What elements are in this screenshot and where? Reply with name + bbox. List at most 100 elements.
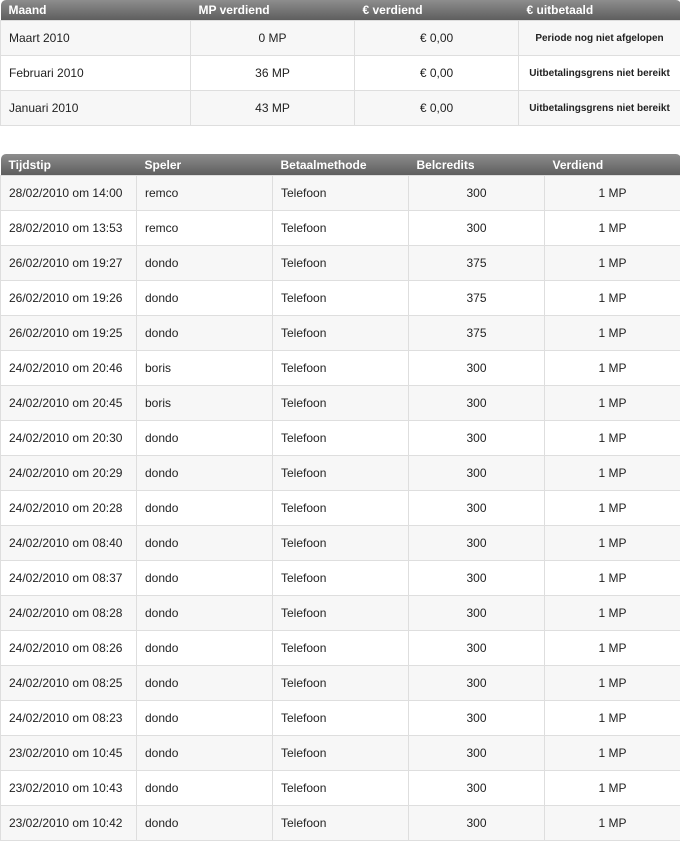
cell-credits: 300 <box>408 630 545 666</box>
cell-credits: 300 <box>408 560 545 596</box>
cell-earned: 1 MP <box>544 315 680 351</box>
table-row: 24/02/2010 om 08:40 dondo Telefoon 300 1 MP <box>0 525 680 561</box>
table-row: 24/02/2010 om 20:46 boris Telefoon 300 1 MP <box>0 350 680 386</box>
cell-credits: 300 <box>408 735 545 771</box>
table-row: Maart 2010 0 MP € 0,00 Periode nog niet … <box>0 20 680 56</box>
cell-player: dondo <box>136 315 273 351</box>
cell-mp: 36 MP <box>190 55 355 91</box>
cell-player: remco <box>136 175 273 211</box>
cell-player: dondo <box>136 700 273 736</box>
cell-time: 26/02/2010 om 19:26 <box>0 280 137 316</box>
cell-credits: 300 <box>408 490 545 526</box>
table-row: 23/02/2010 om 10:43 dondo Telefoon 300 1 MP <box>0 770 680 806</box>
cell-earned: 1 MP <box>544 700 680 736</box>
cell-time: 28/02/2010 om 13:53 <box>0 210 137 246</box>
cell-earned: 1 MP <box>544 420 680 456</box>
cell-time: 23/02/2010 om 10:42 <box>0 805 137 841</box>
cell-payment-method: Telefoon <box>272 805 409 841</box>
header-speler: Speler <box>136 154 273 176</box>
cell-credits: 300 <box>408 420 545 456</box>
table-row: 24/02/2010 om 08:26 dondo Telefoon 300 1 MP <box>0 630 680 666</box>
cell-euro: € 0,00 <box>354 20 519 56</box>
cell-credits: 300 <box>408 175 545 211</box>
table-row: 28/02/2010 om 14:00 remco Telefoon 300 1 MP <box>0 175 680 211</box>
cell-earned: 1 MP <box>544 525 680 561</box>
header-maand: Maand <box>0 0 191 21</box>
cell-payment-method: Telefoon <box>272 210 409 246</box>
cell-payment-method: Telefoon <box>272 665 409 701</box>
cell-payment-method: Telefoon <box>272 350 409 386</box>
header-euro-verdiend: € verdiend <box>354 0 519 21</box>
cell-paid-status: Uitbetalingsgrens niet bereikt <box>518 55 680 91</box>
cell-time: 24/02/2010 om 20:30 <box>0 420 137 456</box>
cell-credits: 300 <box>408 350 545 386</box>
cell-payment-method: Telefoon <box>272 490 409 526</box>
cell-payment-method: Telefoon <box>272 175 409 211</box>
cell-player: dondo <box>136 735 273 771</box>
cell-credits: 300 <box>408 525 545 561</box>
cell-earned: 1 MP <box>544 490 680 526</box>
cell-earned: 1 MP <box>544 210 680 246</box>
cell-time: 24/02/2010 om 08:26 <box>0 630 137 666</box>
summary-header-row: Maand MP verdiend € verdiend € uitbetaal… <box>0 0 680 21</box>
cell-player: dondo <box>136 595 273 631</box>
cell-time: 24/02/2010 om 20:46 <box>0 350 137 386</box>
cell-time: 23/02/2010 om 10:43 <box>0 770 137 806</box>
transactions-body: 28/02/2010 om 14:00 remco Telefoon 300 1 MP 2… <box>0 175 680 841</box>
cell-payment-method: Telefoon <box>272 770 409 806</box>
cell-player: dondo <box>136 280 273 316</box>
cell-credits: 300 <box>408 385 545 421</box>
cell-player: dondo <box>136 420 273 456</box>
table-row: 24/02/2010 om 20:45 boris Telefoon 300 1 MP <box>0 385 680 421</box>
cell-payment-method: Telefoon <box>272 630 409 666</box>
cell-paid-status: Uitbetalingsgrens niet bereikt <box>518 90 680 126</box>
table-row: 26/02/2010 om 19:26 dondo Telefoon 375 1 MP <box>0 280 680 316</box>
transactions-table: Tijdstip Speler Betaalmethode Belcredits… <box>0 154 680 841</box>
cell-payment-method: Telefoon <box>272 700 409 736</box>
table-row: 24/02/2010 om 20:30 dondo Telefoon 300 1 MP <box>0 420 680 456</box>
cell-time: 24/02/2010 om 08:25 <box>0 665 137 701</box>
cell-time: 24/02/2010 om 08:28 <box>0 595 137 631</box>
cell-payment-method: Telefoon <box>272 455 409 491</box>
header-mp-verdiend: MP verdiend <box>190 0 355 21</box>
cell-credits: 375 <box>408 315 545 351</box>
cell-credits: 300 <box>408 805 545 841</box>
monthly-summary-table: Maand MP verdiend € verdiend € uitbetaal… <box>0 0 680 126</box>
cell-player: dondo <box>136 455 273 491</box>
cell-player: dondo <box>136 560 273 596</box>
cell-payment-method: Telefoon <box>272 525 409 561</box>
cell-earned: 1 MP <box>544 735 680 771</box>
cell-player: dondo <box>136 525 273 561</box>
cell-credits: 300 <box>408 210 545 246</box>
table-row: 26/02/2010 om 19:25 dondo Telefoon 375 1 MP <box>0 315 680 351</box>
cell-credits: 300 <box>408 595 545 631</box>
cell-credits: 300 <box>408 665 545 701</box>
table-row: 24/02/2010 om 20:28 dondo Telefoon 300 1 MP <box>0 490 680 526</box>
cell-earned: 1 MP <box>544 630 680 666</box>
cell-time: 26/02/2010 om 19:27 <box>0 245 137 281</box>
cell-player: boris <box>136 350 273 386</box>
table-row: 28/02/2010 om 13:53 remco Telefoon 300 1 MP <box>0 210 680 246</box>
cell-time: 26/02/2010 om 19:25 <box>0 315 137 351</box>
cell-credits: 300 <box>408 770 545 806</box>
cell-earned: 1 MP <box>544 455 680 491</box>
transactions-header-row: Tijdstip Speler Betaalmethode Belcredits… <box>0 154 680 176</box>
cell-payment-method: Telefoon <box>272 280 409 316</box>
cell-earned: 1 MP <box>544 350 680 386</box>
cell-paid-status: Periode nog niet afgelopen <box>518 20 680 56</box>
header-verdiend: Verdiend <box>544 154 680 176</box>
cell-payment-method: Telefoon <box>272 560 409 596</box>
cell-month: Januari 2010 <box>0 90 191 126</box>
cell-payment-method: Telefoon <box>272 385 409 421</box>
cell-time: 24/02/2010 om 20:45 <box>0 385 137 421</box>
cell-time: 28/02/2010 om 14:00 <box>0 175 137 211</box>
cell-month: Maart 2010 <box>0 20 191 56</box>
cell-earned: 1 MP <box>544 595 680 631</box>
cell-time: 24/02/2010 om 08:40 <box>0 525 137 561</box>
cell-time: 24/02/2010 om 08:23 <box>0 700 137 736</box>
cell-earned: 1 MP <box>544 245 680 281</box>
table-row: 26/02/2010 om 19:27 dondo Telefoon 375 1 MP <box>0 245 680 281</box>
cell-payment-method: Telefoon <box>272 315 409 351</box>
table-row: 24/02/2010 om 08:25 dondo Telefoon 300 1 MP <box>0 665 680 701</box>
cell-time: 24/02/2010 om 20:29 <box>0 455 137 491</box>
